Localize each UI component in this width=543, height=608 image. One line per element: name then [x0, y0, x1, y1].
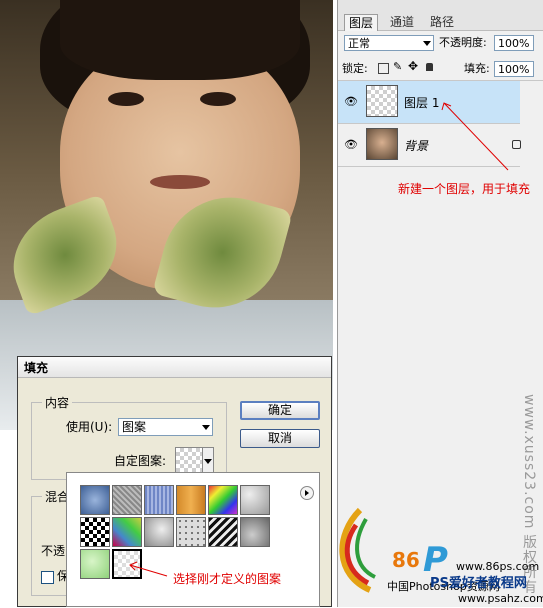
blend-opacity-label: 不透 [41, 544, 66, 558]
use-select[interactable]: 图案 [118, 418, 213, 436]
logo-number: 86 [392, 548, 420, 572]
logo-site-name: PS爱好者教程网 [430, 576, 527, 591]
pattern-swatch[interactable] [175, 447, 203, 475]
cancel-button[interactable]: 取消 [240, 429, 320, 448]
pattern-picker: 选择刚才定义的图案 [66, 472, 320, 607]
annotation-arrow [441, 102, 509, 171]
layer-annotation: 新建一个图层，用于填充 [398, 182, 531, 196]
dialog-titlebar: 填充 [18, 357, 331, 378]
picker-annotation: 选择刚才定义的图案 [173, 572, 282, 586]
logo-site-url: www.psahz.com [458, 592, 543, 605]
use-label: 使用(U): [66, 420, 113, 434]
ok-button[interactable]: 确定 [240, 401, 320, 420]
custom-pattern-label: 自定图案: [114, 454, 167, 468]
preserve-transparency-checkbox[interactable] [41, 571, 54, 584]
chevron-down-icon [202, 425, 210, 430]
content-group-label: 内容 [42, 394, 73, 411]
chevron-down-icon [204, 459, 212, 464]
dialog-title: 填充 [24, 361, 49, 375]
pattern-dropdown-button[interactable] [202, 447, 214, 473]
content-group: 内容 使用(U): 图案 自定图案: [31, 394, 227, 480]
picker-annotation-arrow [129, 561, 168, 577]
